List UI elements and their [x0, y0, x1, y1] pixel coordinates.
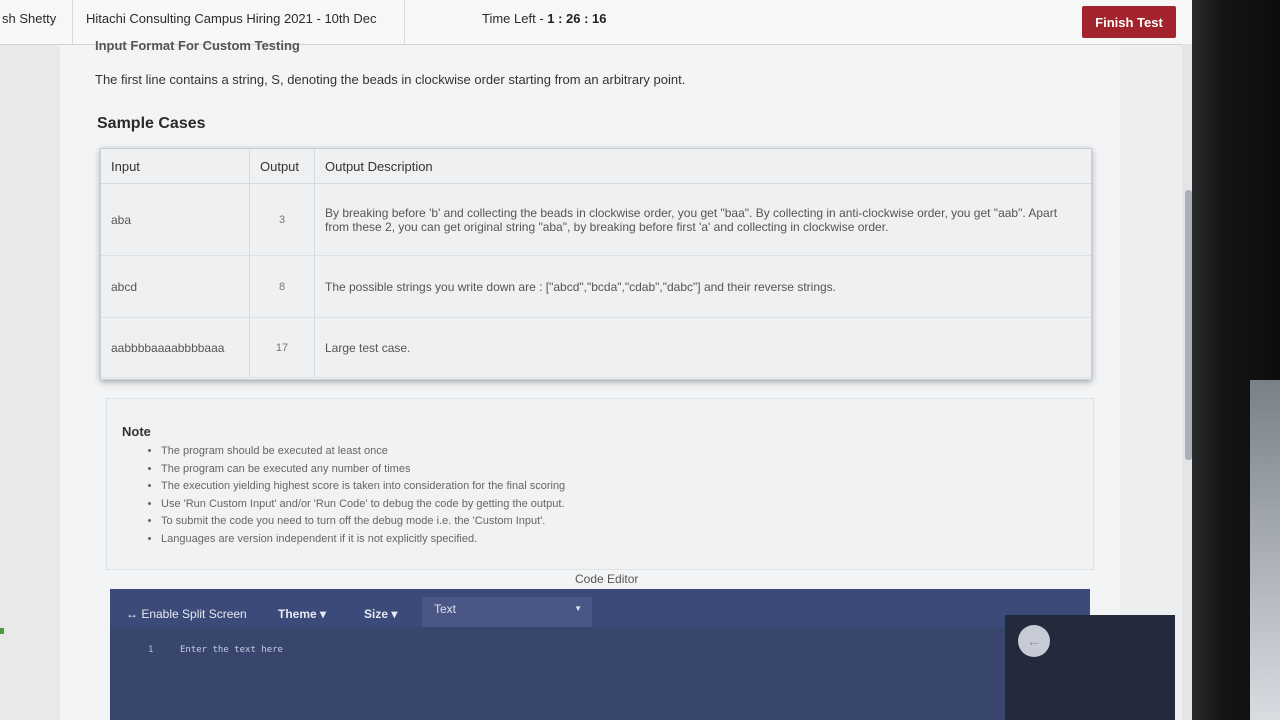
table-header-row: Input Output Output Description — [101, 149, 1091, 184]
split-screen-button[interactable]: ↔ Enable Split Screen — [126, 607, 247, 621]
status-dot — [0, 628, 4, 634]
time-left: Time Left - 1 : 26 : 16 — [482, 0, 607, 44]
language-select[interactable]: Text ▼ — [422, 597, 592, 627]
column-header-description: Output Description — [314, 149, 1091, 184]
chevron-down-icon: ▼ — [574, 604, 582, 613]
candidate-name: sh Shetty — [0, 0, 73, 44]
sample-description: By breaking before 'b' and collecting th… — [314, 183, 1091, 256]
input-format-description: The first line contains a string, S, den… — [95, 72, 686, 87]
code-editor-label: Code Editor — [575, 572, 639, 586]
list-item: To submit the code you need to turn off … — [161, 513, 565, 531]
browser-screen: sh Shetty Hitachi Consulting Campus Hiri… — [0, 0, 1192, 720]
time-left-label: Time Left - — [482, 11, 548, 26]
sample-description: The possible strings you write down are … — [314, 255, 1091, 318]
list-item: Languages are version independent if it … — [161, 531, 565, 549]
sample-output: 3 — [249, 183, 315, 256]
note-title: Note — [122, 424, 151, 439]
note-list: The program should be executed at least … — [145, 443, 565, 548]
scrollbar-thumb[interactable] — [1185, 190, 1192, 460]
finish-test-button[interactable]: Finish Test — [1082, 6, 1176, 38]
sample-output: 8 — [249, 255, 315, 318]
sample-input: abcd — [101, 255, 250, 318]
sample-description: Large test case. — [314, 317, 1091, 378]
list-item: The execution yielding highest score is … — [161, 478, 565, 496]
time-left-value: 1 : 26 : 16 — [547, 11, 607, 26]
size-dropdown[interactable]: Size ▾ — [364, 607, 397, 621]
list-item: Use 'Run Custom Input' and/or 'Run Code'… — [161, 496, 565, 514]
left-margin — [0, 44, 60, 720]
list-item: The program should be executed at least … — [161, 443, 565, 461]
monitor-bezel — [1192, 0, 1280, 720]
note-box: Note The program should be executed at l… — [106, 398, 1094, 570]
code-editor: ↔ Enable Split Screen Theme ▾ Size ▾ Tex… — [110, 589, 1090, 720]
column-header-output: Output — [249, 149, 315, 184]
table-row: aabbbbaaaabbbbaaa 17 Large test case. — [101, 317, 1091, 378]
table-row: aba 3 By breaking before 'b' and collect… — [101, 183, 1091, 256]
column-header-input: Input — [101, 149, 250, 184]
line-number: 1 — [148, 645, 154, 655]
code-input[interactable] — [178, 641, 682, 659]
sample-cases-title: Sample Cases — [97, 115, 206, 132]
arrow-left-icon[interactable]: ← — [1018, 625, 1050, 657]
theme-dropdown[interactable]: Theme ▾ — [278, 607, 326, 621]
sample-cases-table: Input Output Output Description aba 3 By… — [100, 148, 1092, 380]
sample-input: aba — [101, 183, 250, 256]
input-format-heading: Input Format For Custom Testing — [95, 38, 300, 53]
editor-toolbar: ↔ Enable Split Screen Theme ▾ Size ▾ Tex… — [110, 589, 1090, 627]
language-value: Text — [434, 602, 457, 616]
sample-input: aabbbbaaaabbbbaaa — [101, 317, 250, 378]
table-row: abcd 8 The possible strings you write do… — [101, 255, 1091, 318]
sample-output: 17 — [249, 317, 315, 378]
background-wall — [1250, 380, 1280, 720]
list-item: The program can be executed any number o… — [161, 461, 565, 479]
